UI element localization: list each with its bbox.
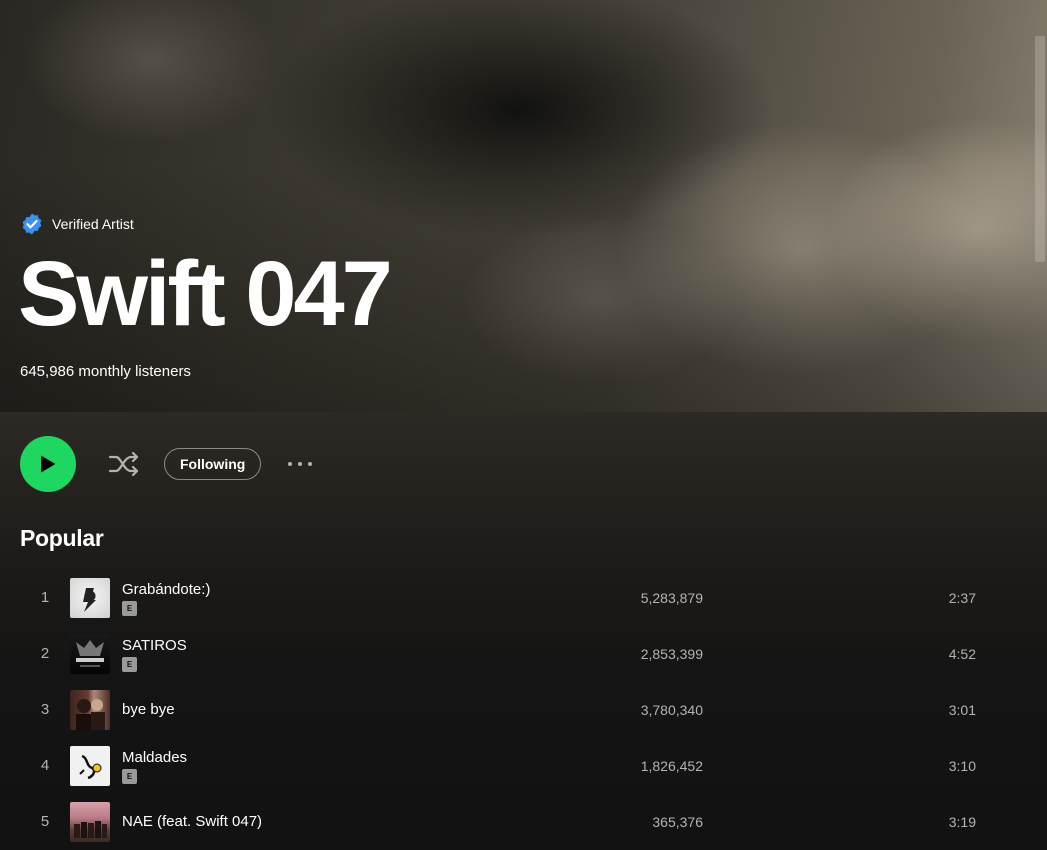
track-row[interactable]: 4 Maldades E 1,826,452 3:10	[20, 738, 1020, 794]
following-button[interactable]: Following	[164, 448, 262, 480]
track-play-count: 3,780,340	[640, 702, 703, 718]
track-duration: 3:01	[948, 702, 976, 718]
track-cover-art	[70, 578, 110, 618]
track-number: 3	[40, 701, 50, 718]
more-options-icon	[288, 462, 312, 466]
track-row[interactable]: 5 NAE (feat. Swift 047) 365,376 3:19	[20, 794, 1020, 850]
track-play-count: 5,283,879	[640, 590, 703, 606]
track-play-count: 2,853,399	[640, 646, 703, 662]
track-row[interactable]: 2 SATIROS E 2,853,399 4:52	[20, 626, 1020, 682]
track-title[interactable]: Grabándote:)	[122, 581, 210, 598]
track-cover-art	[70, 690, 110, 730]
artist-name: Swift 047	[18, 243, 393, 345]
play-icon	[41, 455, 56, 473]
explicit-badge: E	[122, 769, 137, 784]
shuffle-icon	[108, 451, 139, 477]
track-title[interactable]: NAE (feat. Swift 047)	[122, 813, 262, 830]
track-duration: 3:10	[948, 758, 976, 774]
track-number: 1	[40, 589, 50, 606]
verified-label: Verified Artist	[52, 216, 134, 232]
verified-badge: Verified Artist	[20, 212, 134, 236]
artist-content: Following Popular 1 Grabándote:) E 5,283…	[0, 412, 1047, 846]
popular-heading: Popular	[20, 525, 104, 551]
track-cover-art	[70, 802, 110, 842]
track-row[interactable]: 1 Grabándote:) E 5,283,879 2:37	[20, 570, 1020, 626]
play-button[interactable]	[20, 436, 76, 492]
track-duration: 4:52	[948, 646, 976, 662]
monthly-listeners: 645,986 monthly listeners	[20, 363, 191, 380]
scrollbar-thumb[interactable]	[1035, 36, 1045, 262]
more-options-button[interactable]	[284, 452, 316, 476]
track-title[interactable]: Maldades	[122, 749, 187, 766]
verified-icon	[22, 213, 42, 235]
explicit-badge: E	[122, 601, 137, 616]
track-cover-art	[70, 746, 110, 786]
track-title[interactable]: bye bye	[122, 701, 175, 718]
track-row[interactable]: 3 bye bye 3,780,340 3:01	[20, 682, 1020, 738]
artist-header-image: Verified Artist Swift 047 645,986 monthl…	[0, 0, 1047, 412]
track-duration: 2:37	[948, 590, 976, 606]
header-shade	[0, 0, 1047, 412]
track-play-count: 365,376	[652, 814, 703, 830]
track-number: 4	[40, 757, 50, 774]
track-cover-art	[70, 634, 110, 674]
track-number: 5	[40, 813, 50, 830]
explicit-badge: E	[122, 657, 137, 672]
track-duration: 3:19	[948, 814, 976, 830]
track-number: 2	[40, 645, 50, 662]
track-play-count: 1,826,452	[640, 758, 703, 774]
track-title[interactable]: SATIROS	[122, 637, 187, 654]
shuffle-button[interactable]	[106, 448, 142, 480]
